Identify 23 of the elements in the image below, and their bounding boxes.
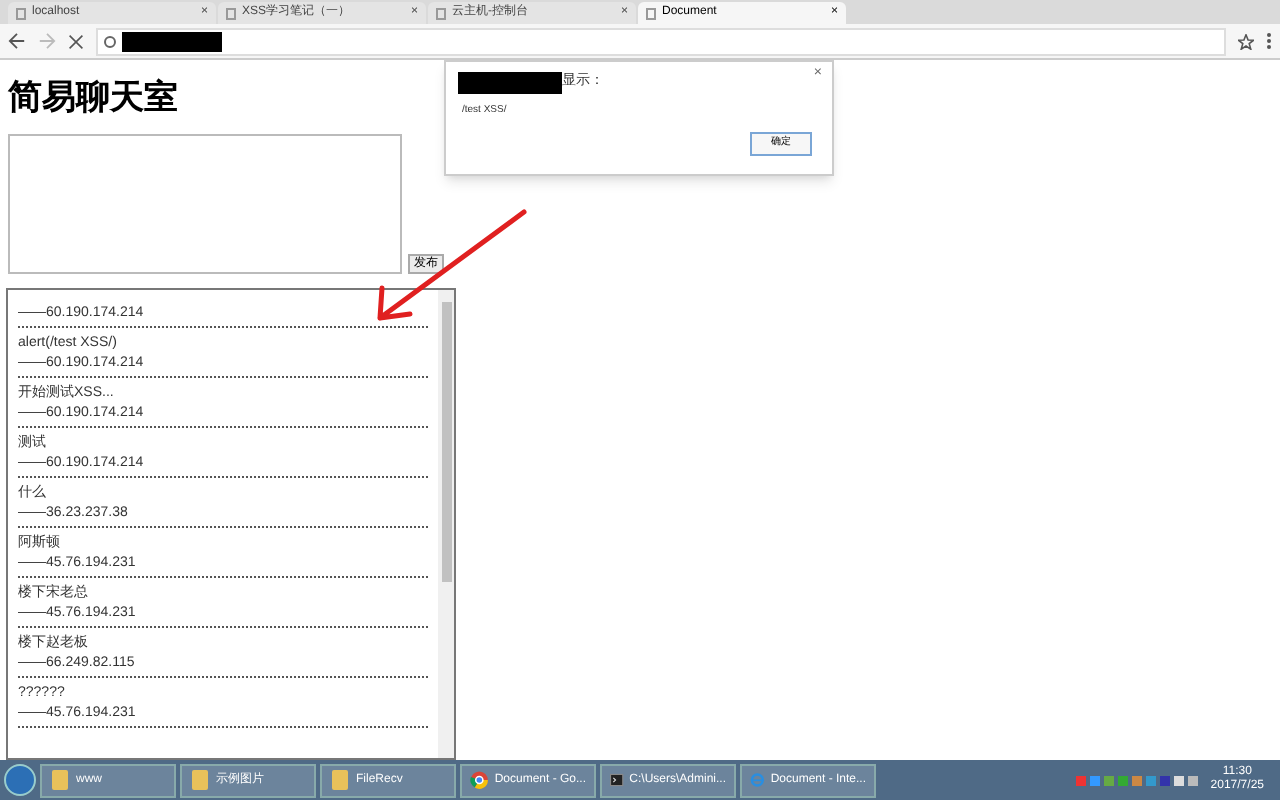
redacted-block bbox=[122, 31, 222, 51]
browser-logo-icon bbox=[470, 768, 489, 792]
page-icon bbox=[226, 7, 236, 19]
info-icon bbox=[104, 35, 116, 47]
forward-arrow-icon[interactable] bbox=[38, 32, 56, 50]
folder-icon bbox=[50, 768, 70, 792]
stop-icon[interactable] bbox=[68, 33, 84, 49]
star-icon[interactable] bbox=[1238, 33, 1254, 49]
redacted-block bbox=[458, 72, 562, 94]
start-button[interactable] bbox=[4, 764, 36, 796]
address-bar[interactable] bbox=[96, 27, 1226, 55]
folder-icon bbox=[330, 768, 350, 792]
back-arrow-icon[interactable] bbox=[8, 32, 26, 50]
message-textarea[interactable] bbox=[8, 134, 402, 274]
page-heading: 简易聊天室 bbox=[8, 78, 178, 118]
scrollbar[interactable] bbox=[438, 290, 454, 758]
terminal-icon bbox=[610, 768, 624, 792]
page-icon bbox=[646, 7, 656, 19]
page-icon bbox=[436, 7, 446, 19]
menu-icon[interactable] bbox=[1266, 32, 1272, 50]
page-icon bbox=[16, 7, 26, 19]
folder-icon bbox=[190, 768, 210, 792]
browser-e-icon bbox=[750, 768, 765, 792]
